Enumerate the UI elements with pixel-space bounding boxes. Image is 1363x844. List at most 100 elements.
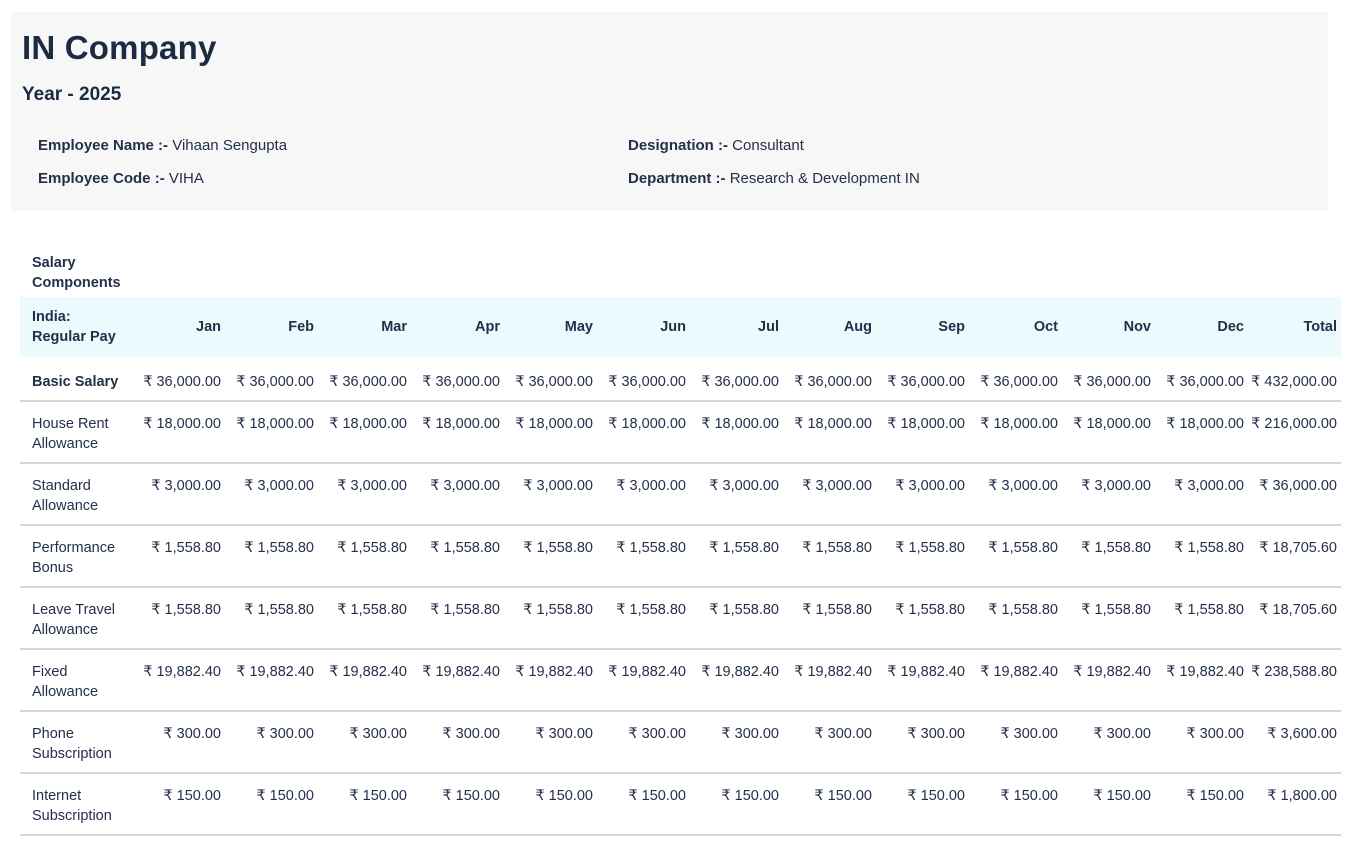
cell-value: ₹ 18,000.00 xyxy=(318,401,411,463)
cell-value: ₹ 300.00 xyxy=(597,711,690,773)
cell-value: ₹ 300.00 xyxy=(411,711,504,773)
department-field: Department :- Research & Development IN xyxy=(628,169,1304,188)
cell-value: ₹ 19,882.40 xyxy=(783,649,876,711)
employee-code-value: VIHA xyxy=(169,170,204,187)
salary-table-body: Basic Salary₹ 36,000.00₹ 36,000.00₹ 36,0… xyxy=(20,359,1341,836)
column-header-jan: Jan xyxy=(132,297,225,359)
cell-value: ₹ 19,882.40 xyxy=(969,649,1062,711)
company-title: IN Company xyxy=(22,28,1304,68)
cell-value: ₹ 1,558.80 xyxy=(1062,587,1155,649)
cell-value: ₹ 3,000.00 xyxy=(504,463,597,525)
cell-value: ₹ 300.00 xyxy=(1155,711,1248,773)
cell-value: ₹ 1,558.80 xyxy=(411,587,504,649)
cell-value: ₹ 3,600.00 xyxy=(1248,711,1341,773)
table-row: Performance Bonus₹ 1,558.80₹ 1,558.80₹ 1… xyxy=(20,525,1341,587)
table-row: Leave Travel Allowance₹ 1,558.80₹ 1,558.… xyxy=(20,587,1341,649)
cell-value: ₹ 36,000.00 xyxy=(318,359,411,402)
cell-value: ₹ 1,558.80 xyxy=(969,587,1062,649)
cell-value: ₹ 150.00 xyxy=(690,773,783,835)
cell-value: ₹ 36,000.00 xyxy=(504,359,597,402)
department-value: Research & Development IN xyxy=(730,170,920,187)
employee-fields: Employee Name :- Vihaan Sengupta Designa… xyxy=(22,136,1304,188)
group-header: India: Regular Pay xyxy=(20,297,132,359)
section-title: Salary Components xyxy=(20,253,1341,293)
cell-value: ₹ 300.00 xyxy=(225,711,318,773)
cell-value: ₹ 150.00 xyxy=(318,773,411,835)
cell-value: ₹ 36,000.00 xyxy=(969,359,1062,402)
table-row: House Rent Allowance₹ 18,000.00₹ 18,000.… xyxy=(20,401,1341,463)
cell-value: ₹ 300.00 xyxy=(1062,711,1155,773)
cell-value: ₹ 300.00 xyxy=(690,711,783,773)
cell-value: ₹ 1,558.80 xyxy=(318,587,411,649)
cell-value: ₹ 3,000.00 xyxy=(132,463,225,525)
cell-value: ₹ 18,000.00 xyxy=(225,401,318,463)
cell-value: ₹ 1,558.80 xyxy=(597,587,690,649)
employee-code-field: Employee Code :- VIHA xyxy=(38,169,628,188)
employee-code-label: Employee Code :- xyxy=(38,170,165,187)
employee-name-label: Employee Name :- xyxy=(38,137,168,154)
cell-value: ₹ 18,705.60 xyxy=(1248,587,1341,649)
column-header-apr: Apr xyxy=(411,297,504,359)
department-label: Department :- xyxy=(628,170,726,187)
cell-value: ₹ 3,000.00 xyxy=(597,463,690,525)
cell-value: ₹ 1,558.80 xyxy=(969,525,1062,587)
cell-value: ₹ 216,000.00 xyxy=(1248,401,1341,463)
cell-value: ₹ 18,000.00 xyxy=(504,401,597,463)
cell-value: ₹ 19,882.40 xyxy=(876,649,969,711)
column-header-dec: Dec xyxy=(1155,297,1248,359)
cell-value: ₹ 18,000.00 xyxy=(690,401,783,463)
cell-value: ₹ 19,882.40 xyxy=(597,649,690,711)
report-header-card: IN Company Year - 2025 Employee Name :- … xyxy=(11,12,1328,211)
cell-value: ₹ 150.00 xyxy=(969,773,1062,835)
column-header-jul: Jul xyxy=(690,297,783,359)
cell-value: ₹ 36,000.00 xyxy=(1062,359,1155,402)
cell-value: ₹ 238,588.80 xyxy=(1248,649,1341,711)
table-row: Internet Subscription₹ 150.00₹ 150.00₹ 1… xyxy=(20,773,1341,835)
cell-value: ₹ 1,558.80 xyxy=(504,525,597,587)
salary-table-head: India: Regular Pay JanFebMarAprMayJunJul… xyxy=(20,297,1341,359)
cell-value: ₹ 1,558.80 xyxy=(690,587,783,649)
row-label: Internet Subscription xyxy=(20,773,132,835)
cell-value: ₹ 150.00 xyxy=(783,773,876,835)
cell-value: ₹ 300.00 xyxy=(783,711,876,773)
table-row: Basic Salary₹ 36,000.00₹ 36,000.00₹ 36,0… xyxy=(20,359,1341,402)
column-header-total: Total xyxy=(1248,297,1341,359)
cell-value: ₹ 3,000.00 xyxy=(318,463,411,525)
row-label: Fixed Allowance xyxy=(20,649,132,711)
table-row: Fixed Allowance₹ 19,882.40₹ 19,882.40₹ 1… xyxy=(20,649,1341,711)
cell-value: ₹ 36,000.00 xyxy=(1155,359,1248,402)
cell-value: ₹ 36,000.00 xyxy=(411,359,504,402)
cell-value: ₹ 18,000.00 xyxy=(1155,401,1248,463)
cell-value: ₹ 19,882.40 xyxy=(504,649,597,711)
cell-value: ₹ 1,558.80 xyxy=(225,525,318,587)
cell-value: ₹ 1,558.80 xyxy=(783,525,876,587)
row-label: Leave Travel Allowance xyxy=(20,587,132,649)
row-label: Basic Salary xyxy=(20,359,132,402)
cell-value: ₹ 150.00 xyxy=(1155,773,1248,835)
employee-name-value: Vihaan Sengupta xyxy=(172,137,287,154)
employee-name-field: Employee Name :- Vihaan Sengupta xyxy=(38,136,628,155)
cell-value: ₹ 18,000.00 xyxy=(783,401,876,463)
cell-value: ₹ 3,000.00 xyxy=(1155,463,1248,525)
cell-value: ₹ 3,000.00 xyxy=(969,463,1062,525)
cell-value: ₹ 1,558.80 xyxy=(1062,525,1155,587)
year-label: Year - 2025 xyxy=(22,83,1304,106)
column-header-nov: Nov xyxy=(1062,297,1155,359)
column-header-feb: Feb xyxy=(225,297,318,359)
cell-value: ₹ 1,558.80 xyxy=(876,587,969,649)
cell-value: ₹ 36,000.00 xyxy=(225,359,318,402)
row-label: Performance Bonus xyxy=(20,525,132,587)
cell-value: ₹ 19,882.40 xyxy=(1155,649,1248,711)
cell-value: ₹ 36,000.00 xyxy=(876,359,969,402)
column-header-oct: Oct xyxy=(969,297,1062,359)
designation-label: Designation :- xyxy=(628,137,728,154)
cell-value: ₹ 3,000.00 xyxy=(690,463,783,525)
cell-value: ₹ 36,000.00 xyxy=(690,359,783,402)
cell-value: ₹ 150.00 xyxy=(132,773,225,835)
cell-value: ₹ 36,000.00 xyxy=(132,359,225,402)
table-header-row: India: Regular Pay JanFebMarAprMayJunJul… xyxy=(20,297,1341,359)
cell-value: ₹ 300.00 xyxy=(318,711,411,773)
cell-value: ₹ 3,000.00 xyxy=(411,463,504,525)
cell-value: ₹ 1,558.80 xyxy=(132,525,225,587)
cell-value: ₹ 150.00 xyxy=(1062,773,1155,835)
